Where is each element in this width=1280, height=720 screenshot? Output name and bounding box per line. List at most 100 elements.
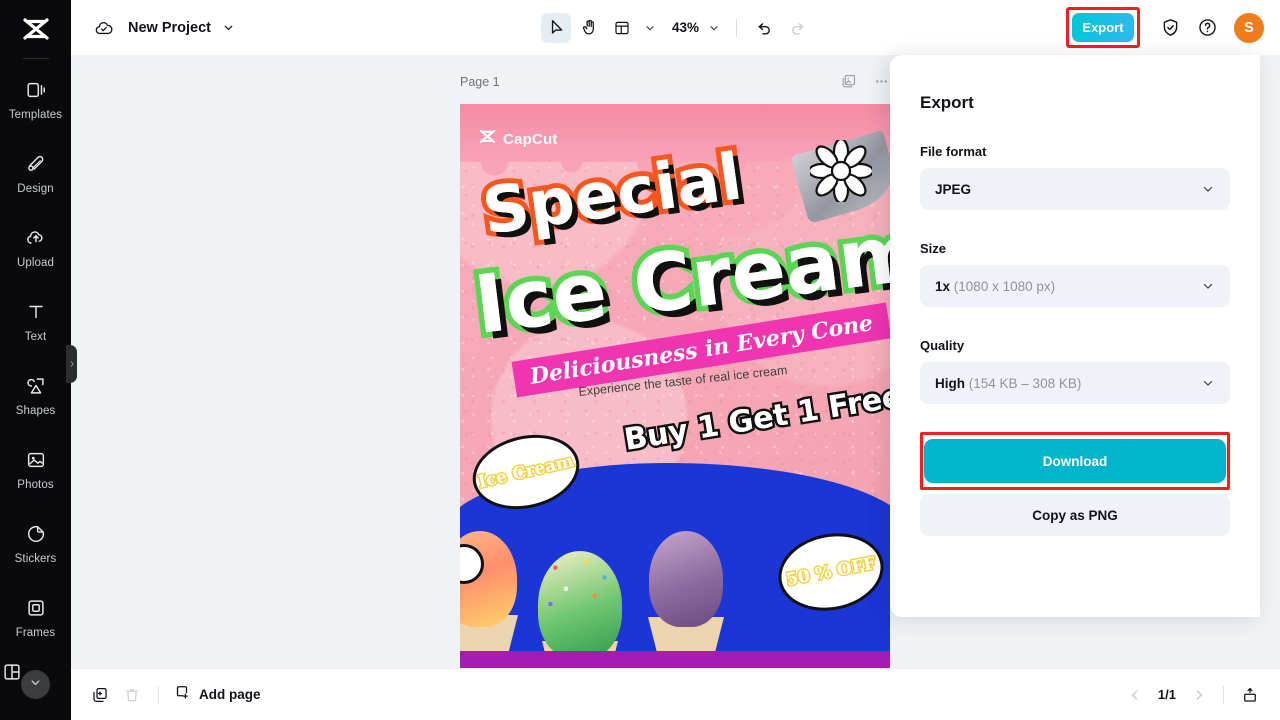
quality-label: Quality bbox=[920, 338, 1230, 353]
sidebar-item-shapes[interactable]: Shapes bbox=[0, 361, 71, 429]
more-options-icon[interactable] bbox=[873, 73, 890, 90]
chevron-down-icon bbox=[1201, 376, 1215, 390]
sidebar-item-label: Text bbox=[25, 331, 47, 343]
quality-value-text: High bbox=[935, 376, 965, 391]
page-title: Page 1 bbox=[460, 75, 500, 89]
help-circle-icon[interactable] bbox=[1192, 13, 1222, 43]
templates-icon bbox=[24, 78, 48, 102]
sidebar-item-photos[interactable]: Photos bbox=[0, 435, 71, 503]
sidebar-item-label: Shapes bbox=[16, 405, 56, 417]
toolbar-divider bbox=[736, 19, 737, 37]
stickers-icon bbox=[24, 522, 48, 546]
bottom-divider bbox=[158, 686, 159, 704]
project-name[interactable]: New Project bbox=[128, 20, 211, 36]
layout-grid-icon[interactable] bbox=[607, 13, 637, 43]
add-page-button[interactable]: Add page bbox=[173, 683, 261, 706]
download-button-wrapper: Download bbox=[920, 432, 1230, 490]
size-value-detail: (1080 x 1080 px) bbox=[954, 279, 1055, 294]
redo-icon[interactable] bbox=[782, 13, 812, 43]
export-button-wrapper: Export bbox=[1066, 7, 1140, 48]
copy-as-png-button[interactable]: Copy as PNG bbox=[920, 494, 1230, 536]
artwork-badge-1-label: Ice Cream bbox=[476, 451, 575, 492]
sidebar-item-templates[interactable]: Templates bbox=[0, 65, 71, 133]
canvas-tools: 43% bbox=[541, 0, 812, 55]
shield-check-icon[interactable] bbox=[1155, 13, 1185, 43]
text-icon bbox=[24, 300, 48, 324]
chevron-down-icon bbox=[1201, 182, 1215, 196]
add-page-label: Add page bbox=[199, 687, 261, 702]
file-format-select[interactable]: JPEG bbox=[920, 168, 1230, 210]
sidebar-item-frames[interactable]: Frames bbox=[0, 583, 71, 651]
hand-pan-icon[interactable] bbox=[574, 13, 604, 43]
size-value-text: 1x bbox=[935, 279, 950, 294]
zoom-chevron-down-icon[interactable] bbox=[704, 15, 724, 41]
zoom-level[interactable]: 43% bbox=[672, 20, 699, 35]
capcut-editor-window: Templates Design Upload bbox=[0, 0, 1280, 720]
photos-icon bbox=[24, 448, 48, 472]
chevron-left-icon[interactable] bbox=[1121, 681, 1149, 709]
chevron-down-icon bbox=[1201, 279, 1215, 293]
quality-select[interactable]: High (154 KB – 308 KB) bbox=[920, 362, 1230, 404]
top-right-controls: Export S bbox=[1066, 0, 1264, 55]
sidebar-item-label: Photos bbox=[17, 479, 53, 491]
frames-icon bbox=[24, 596, 48, 620]
chevron-down-icon bbox=[29, 676, 42, 694]
add-page-icon bbox=[173, 683, 191, 706]
export-panel-title: Export bbox=[920, 93, 1230, 113]
sidebar-collapse-button[interactable] bbox=[21, 670, 50, 699]
sidebar-item-upload[interactable]: Upload bbox=[0, 213, 71, 281]
artwork-brand-label: CapCut bbox=[503, 131, 558, 148]
capcut-logo-icon bbox=[479, 129, 496, 150]
trash-icon[interactable] bbox=[116, 679, 148, 711]
user-avatar[interactable]: S bbox=[1234, 13, 1264, 43]
sidebar-expand-handle[interactable] bbox=[66, 345, 77, 383]
artwork-badge-2-label: 50 % OFF bbox=[785, 554, 878, 591]
sidebar-item-label: Stickers bbox=[15, 553, 57, 565]
sidebar-item-label: Design bbox=[17, 183, 53, 195]
file-format-value-text: JPEG bbox=[935, 182, 971, 197]
page-navigation: 1/1 bbox=[1121, 679, 1266, 711]
quality-value: High (154 KB – 308 KB) bbox=[935, 376, 1081, 391]
page-header: Page 1 bbox=[460, 73, 890, 90]
quality-value-detail: (154 KB – 308 KB) bbox=[969, 376, 1082, 391]
sidebar-divider bbox=[23, 58, 49, 59]
size-value: 1x (1080 x 1080 px) bbox=[935, 279, 1055, 294]
design-icon bbox=[24, 152, 48, 176]
sidebar-item-design[interactable]: Design bbox=[0, 139, 71, 207]
design-artboard[interactable]: CapCut Special Special Ice Cream Ice Cre… bbox=[460, 104, 890, 668]
sidebar-item-stickers[interactable]: Stickers bbox=[0, 509, 71, 577]
top-toolbar: New Project bbox=[71, 0, 1280, 55]
duplicate-icon[interactable] bbox=[84, 679, 116, 711]
duplicate-page-icon[interactable] bbox=[840, 73, 857, 90]
size-label: Size bbox=[920, 241, 1230, 256]
chevron-down-icon[interactable] bbox=[222, 21, 235, 34]
bottom-left-actions: Add page bbox=[84, 679, 261, 711]
present-icon[interactable] bbox=[1234, 679, 1266, 711]
sidebar-item-text[interactable]: Text bbox=[0, 287, 71, 355]
artwork-brand: CapCut bbox=[479, 129, 558, 150]
bottom-toolbar: Add page 1/1 bbox=[71, 668, 1280, 720]
page-indicator: 1/1 bbox=[1158, 687, 1176, 702]
download-button[interactable]: Download bbox=[924, 439, 1226, 483]
capcut-logo-icon[interactable] bbox=[18, 13, 54, 47]
bottom-divider-right bbox=[1223, 686, 1224, 704]
file-format-value: JPEG bbox=[935, 182, 971, 197]
upload-icon bbox=[24, 226, 48, 250]
layout-chevron-down-icon[interactable] bbox=[640, 15, 660, 41]
page-header-actions bbox=[840, 73, 890, 90]
sidebar-item-label: Frames bbox=[16, 627, 56, 639]
undo-icon[interactable] bbox=[749, 13, 779, 43]
size-select[interactable]: 1x (1080 x 1080 px) bbox=[920, 265, 1230, 307]
chevron-right-icon[interactable] bbox=[1185, 681, 1213, 709]
export-button[interactable]: Export bbox=[1072, 13, 1134, 42]
left-sidebar: Templates Design Upload bbox=[0, 0, 71, 720]
file-format-label: File format bbox=[920, 144, 1230, 159]
artwork-flower-decoration bbox=[810, 140, 872, 202]
artwork-footer-bar bbox=[460, 651, 890, 668]
shapes-icon bbox=[24, 374, 48, 398]
sidebar-item-label: Templates bbox=[9, 109, 62, 121]
export-panel: Export File format JPEG Size 1x (1080 x … bbox=[890, 55, 1260, 617]
cursor-arrow-icon[interactable] bbox=[541, 13, 571, 43]
sidebar-item-label: Upload bbox=[17, 257, 54, 269]
cloud-saved-icon bbox=[93, 17, 115, 39]
